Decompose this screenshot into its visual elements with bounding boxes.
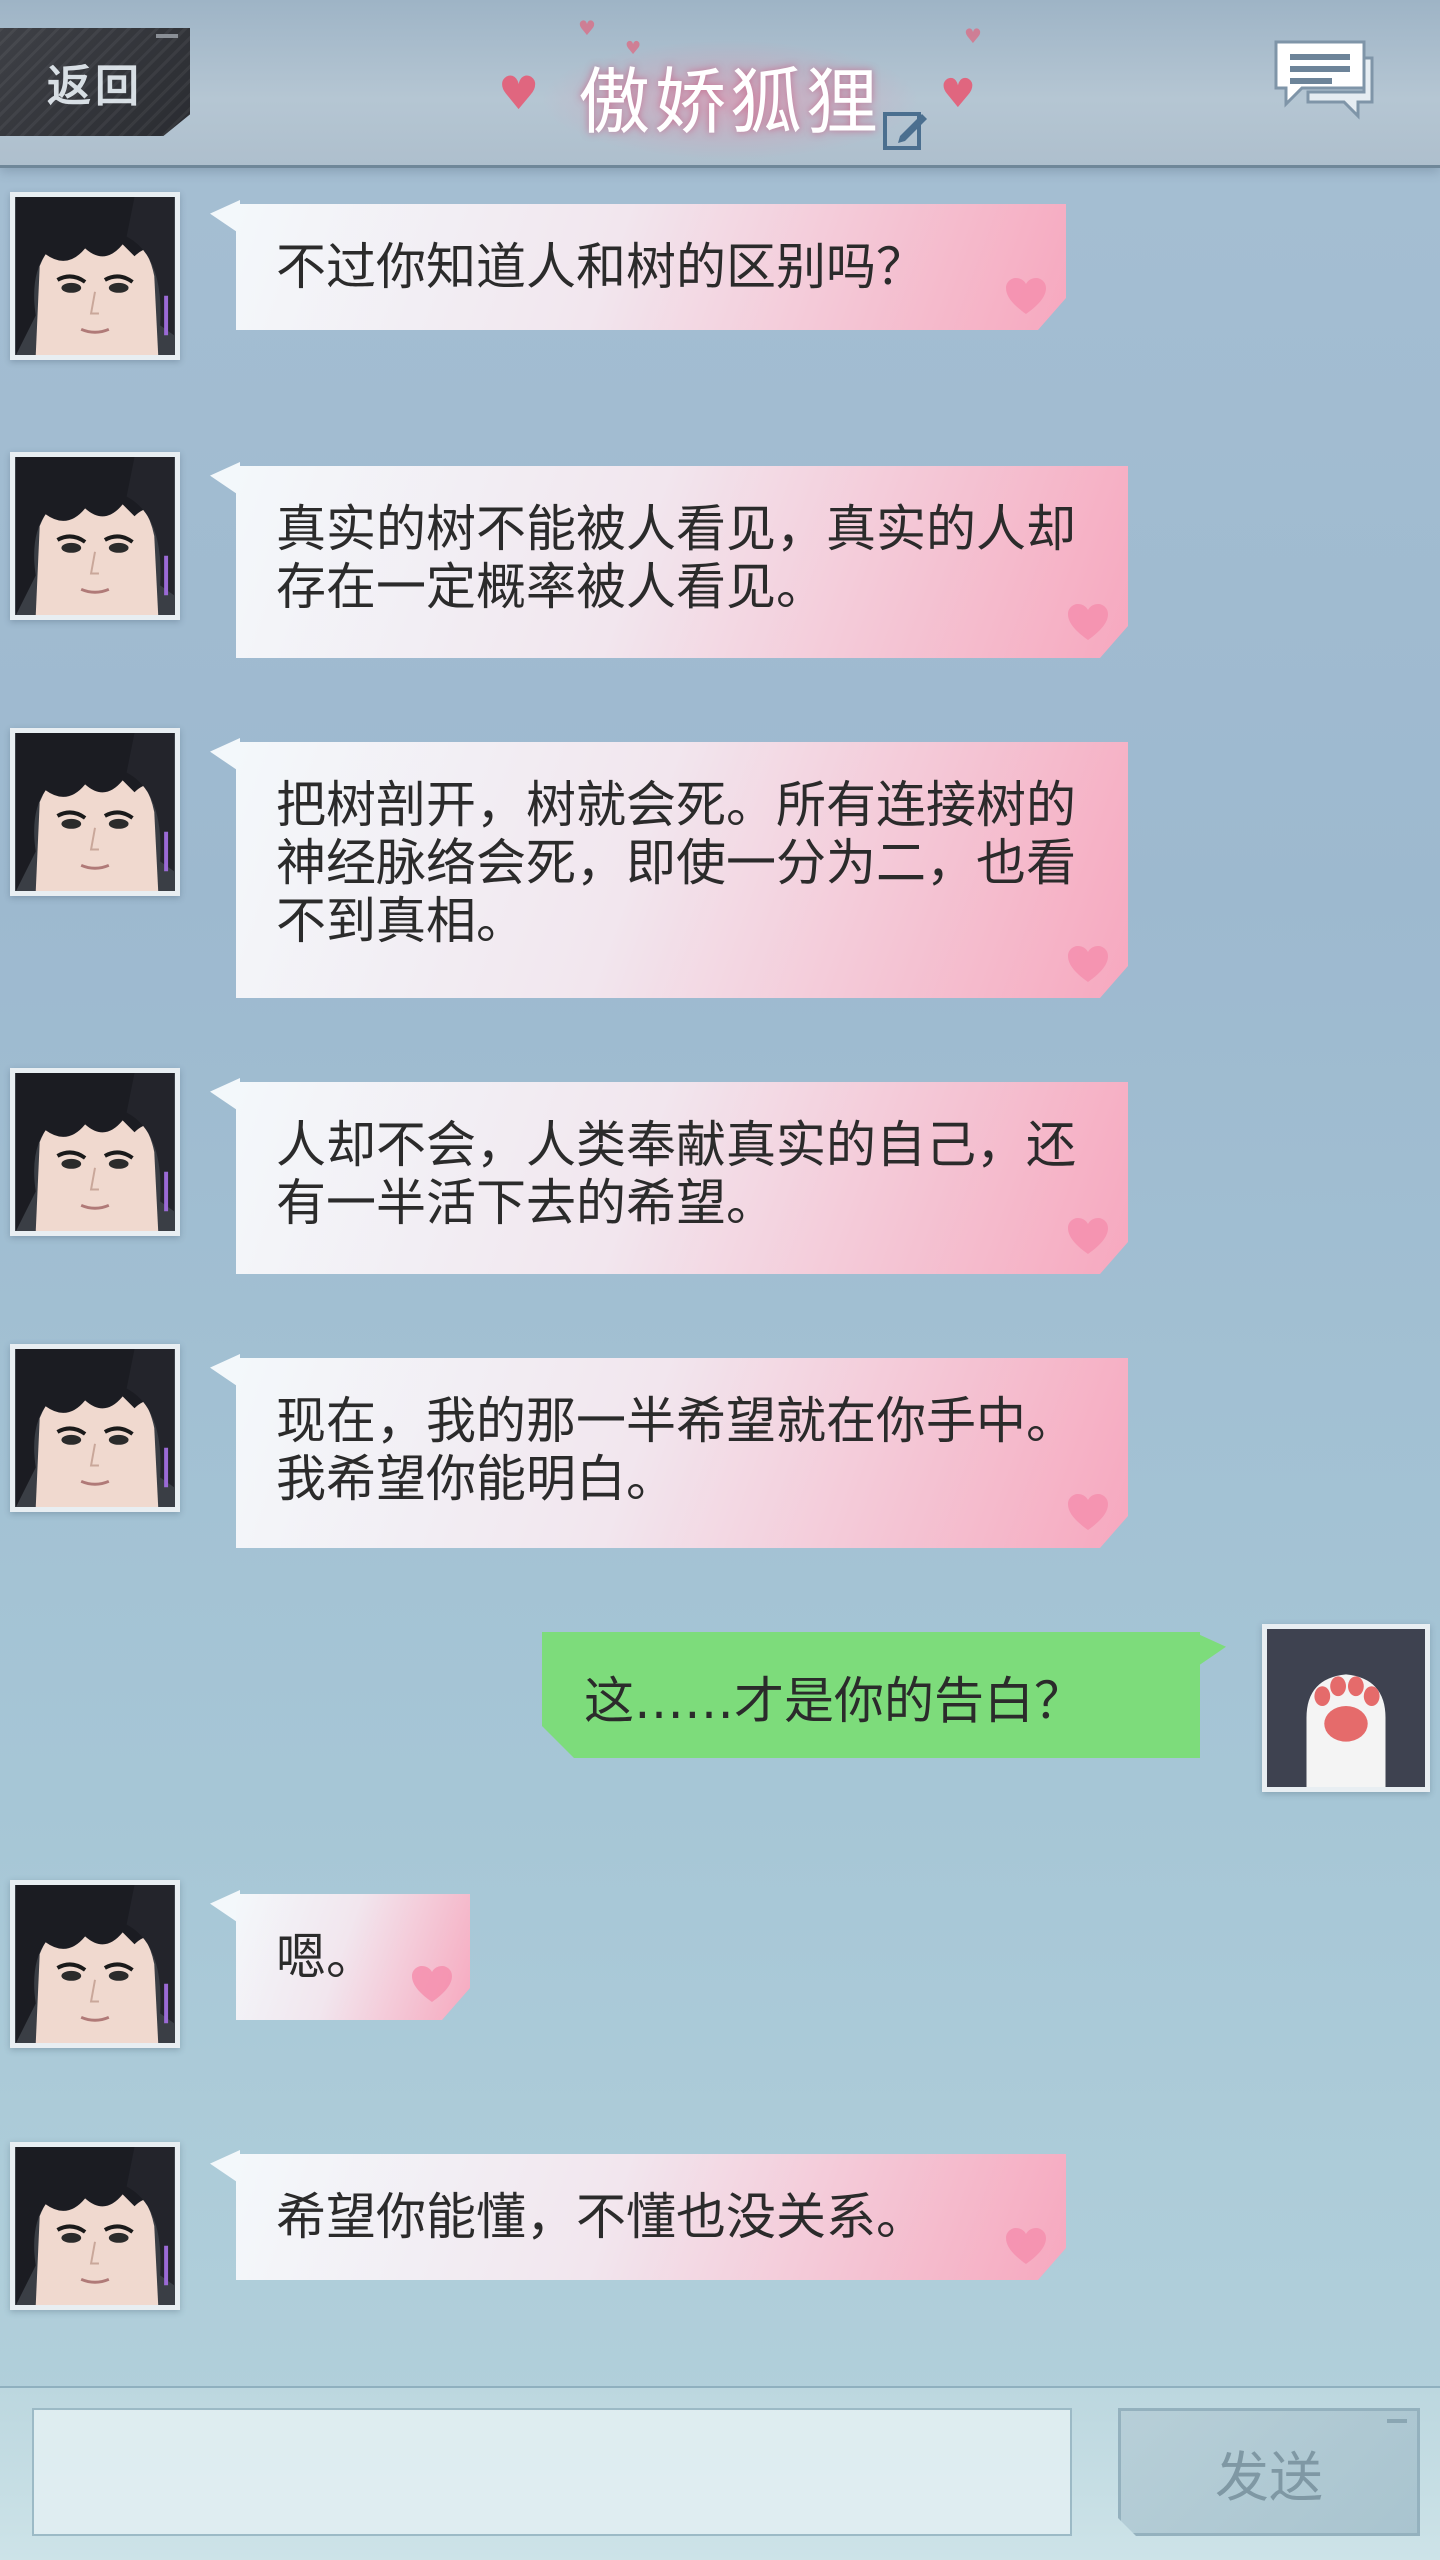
heart-icon [1066,1492,1110,1532]
message-text: 人却不会，人类奉献真实的自己，还有一半活下去的希望。 [276,1116,1076,1232]
avatar-portrait [15,1885,175,2043]
avatar-portrait [15,2147,175,2305]
message-text: 嗯。 [276,1928,376,1986]
heart-icon [1004,276,1048,316]
edit-icon[interactable] [882,106,930,154]
bubble-tail [210,2150,240,2184]
bubble-tail [210,1078,240,1112]
contact-avatar[interactable] [10,1344,180,1512]
message-input[interactable] [32,2408,1072,2536]
bubble-tail [210,738,240,772]
heart-icon [1066,602,1110,642]
message-bubble[interactable]: 现在，我的那一半希望就在你手中。我希望你能明白。 [236,1358,1128,1548]
cat-paw-icon [1267,1629,1425,1787]
message-input-bar: 发送 [0,2386,1440,2560]
send-button-label: 发送 [1215,2445,1323,2509]
bubble-tail [210,200,240,234]
message-bubble[interactable]: 把树剖开，树就会死。所有连接树的神经脉络会死，即使一分为二，也看不到真相。 [236,742,1128,998]
heart-icon [1066,944,1110,984]
message-text: 把树剖开，树就会死。所有连接树的神经脉络会死，即使一分为二，也看不到真相。 [276,776,1076,950]
avatar-portrait [15,1073,175,1231]
send-button[interactable]: 发送 [1118,2408,1420,2536]
heart-icon [1066,1216,1110,1256]
message-bubble[interactable]: 人却不会，人类奉献真实的自己，还有一半活下去的希望。 [236,1082,1128,1274]
corner-mark [1387,2419,1407,2423]
message-bubble[interactable]: 希望你能懂，不懂也没关系。 [236,2154,1066,2280]
sent-message-bubble[interactable]: 这……才是你的告白？ [542,1632,1200,1758]
contact-name-title: 傲娇狐狸 [577,59,882,144]
contact-avatar[interactable] [10,1880,180,2048]
contact-avatar[interactable] [10,728,180,896]
bubble-tail [1198,1634,1226,1666]
message-text: 真实的树不能被人看见，真实的人却存在一定概率被人看见。 [276,500,1076,616]
top-bar: 返回 ♥ ♥ ♥ ♥ ♥ 傲娇狐狸 [0,0,1440,168]
contact-avatar[interactable] [10,2142,180,2310]
heart-decoration-icon: ♥ [578,16,596,40]
avatar-portrait [15,457,175,615]
avatar-portrait [15,733,175,891]
heart-icon [1004,2226,1048,2266]
contact-avatar[interactable] [10,1068,180,1236]
bubble-tail [210,1354,240,1388]
heart-icon [410,1964,454,2004]
avatar-portrait [15,1349,175,1507]
message-text: 这……才是你的告白？ [584,1672,1084,1730]
bubble-tail [210,1890,240,1924]
corner-mark [156,34,178,38]
contact-avatar[interactable] [10,452,180,620]
message-text: 希望你能懂，不懂也没关系。 [276,2188,926,2246]
chat-bubbles-icon[interactable] [1272,36,1376,120]
message-bubble[interactable]: 不过你知道人和树的区别吗？ [236,204,1066,330]
user-avatar[interactable] [1262,1624,1430,1792]
message-text: 不过你知道人和树的区别吗？ [276,238,926,296]
contact-avatar[interactable] [10,192,180,360]
avatar-portrait [15,197,175,355]
message-text: 现在，我的那一半希望就在你手中。我希望你能明白。 [276,1392,1076,1508]
back-button-label: 返回 [47,61,143,112]
back-button[interactable]: 返回 [0,28,190,136]
bubble-tail [210,462,240,496]
message-bubble[interactable]: 真实的树不能被人看见，真实的人却存在一定概率被人看见。 [236,466,1128,658]
